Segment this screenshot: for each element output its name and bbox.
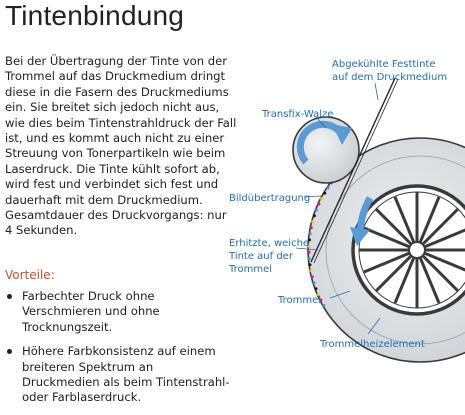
ink-dot — [315, 208, 318, 212]
label-drum-heater: Trommelheizelement — [319, 339, 425, 350]
ink-dot — [309, 269, 313, 273]
ink-dot — [311, 220, 315, 224]
label-heated-ink-line2: Tinte auf der — [228, 251, 294, 262]
ink-dot — [323, 191, 327, 195]
label-drum: Trommel — [277, 295, 321, 306]
ink-dot — [314, 287, 318, 291]
ink-dot — [309, 226, 313, 230]
ink-dot — [307, 257, 311, 260]
ink-dot — [310, 275, 314, 279]
ink-dot — [317, 202, 321, 206]
ink-dot — [312, 281, 316, 285]
ink-dot — [320, 197, 324, 201]
label-transfix-roller: Transfix-Walze — [261, 109, 333, 120]
leader-cooled-ink — [374, 82, 379, 101]
printing-diagram: Abgekühlte Festtinte auf dem Druckmedium… — [228, 59, 465, 363]
label-heated-ink-line1: Erhitzte, weiche — [229, 238, 309, 249]
ink-dot — [322, 304, 326, 307]
label-image-transfer: Bildübertragung — [229, 193, 310, 204]
ink-dot — [308, 263, 312, 267]
label-heated-ink-line3: Trommel — [228, 264, 272, 275]
ink-dot — [308, 232, 312, 236]
ink-dot — [307, 250, 311, 254]
ink-dot — [312, 214, 316, 218]
label-cooled-ink-line2: auf dem Druckmedium — [332, 72, 447, 83]
label-cooled-ink-line1: Abgekühlte Festtinte — [332, 59, 435, 70]
ink-dot — [326, 186, 330, 190]
